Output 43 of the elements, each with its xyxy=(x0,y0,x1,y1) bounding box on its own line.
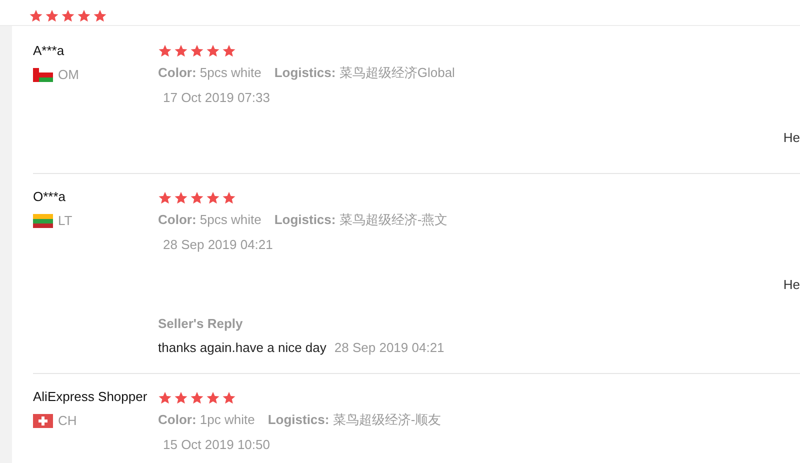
review-date: 17 Oct 2019 07:33 xyxy=(163,89,271,107)
seller-reply-title: Seller's Reply xyxy=(158,315,244,333)
star-icon xyxy=(174,191,188,205)
star-icon xyxy=(29,9,43,23)
seller-reply-text: thanks again.have a nice day xyxy=(158,339,326,357)
logistics-info: Logistics: 菜鸟超级经济Global xyxy=(274,64,455,82)
star-icon xyxy=(206,191,220,205)
star-icon xyxy=(206,44,220,58)
flag-icon xyxy=(33,68,53,82)
country-code: OM xyxy=(58,66,79,84)
star-icon xyxy=(174,44,188,58)
country-code: LT xyxy=(58,212,72,230)
star-icon xyxy=(222,391,236,405)
star-icon xyxy=(93,9,107,23)
review-date: 15 Oct 2019 10:50 xyxy=(163,436,271,454)
flag-icon xyxy=(33,214,53,228)
star-icon xyxy=(174,391,188,405)
star-icon xyxy=(222,44,236,58)
star-icon xyxy=(206,391,220,405)
star-icon xyxy=(158,391,172,405)
star-icon xyxy=(190,391,204,405)
helpful-link[interactable]: He xyxy=(783,128,800,148)
star-icon xyxy=(158,44,172,58)
star-icon xyxy=(190,191,204,205)
country-code: CH xyxy=(58,412,77,430)
star-icon xyxy=(158,191,172,205)
star-icon xyxy=(45,9,59,23)
review-date: 28 Sep 2019 04:21 xyxy=(163,236,274,254)
reviewer-name: AliExpress Shopper xyxy=(33,388,148,406)
logistics-info: Logistics: 菜鸟超级经济-顺友 xyxy=(268,411,442,429)
star-icon xyxy=(190,44,204,58)
star-icon xyxy=(61,9,75,23)
reply-date: 28 Sep 2019 04:21 xyxy=(334,339,444,357)
color-info: Color: 5pcs white xyxy=(158,64,262,82)
color-info: Color: 5pcs white xyxy=(158,211,262,229)
reviewer-name: O***a xyxy=(33,188,67,206)
star-icon xyxy=(77,9,91,23)
color-info: Color: 1pc white xyxy=(158,411,255,429)
flag-icon xyxy=(33,414,53,428)
reviewer-name: A***a xyxy=(33,42,66,60)
logistics-info: Logistics: 菜鸟超级经济-燕文 xyxy=(274,211,448,229)
helpful-link[interactable]: He xyxy=(783,275,800,295)
star-icon xyxy=(222,191,236,205)
